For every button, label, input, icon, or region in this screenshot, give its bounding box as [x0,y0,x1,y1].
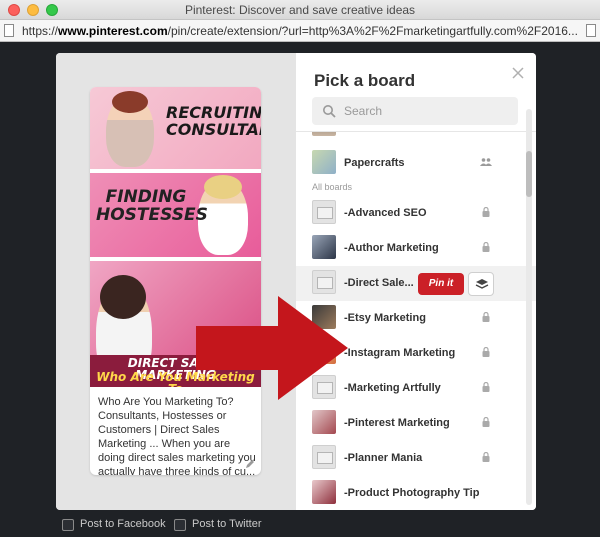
board-row-planner-mania[interactable]: -Planner Mania [296,441,536,476]
board-search[interactable] [312,97,518,125]
pin-image-text-hostesses: FINDING HOSTESSES [96,187,208,225]
board-row-advanced-seo[interactable]: -Advanced SEO [296,196,536,231]
pin-create-dialog: RECRUITING CONSULTANTS FINDING HOSTESSES… [56,53,536,510]
board-row[interactable] [296,132,536,143]
search-input[interactable] [344,97,514,125]
board-row-pinterest-marketing[interactable]: -Pinterest Marketing [296,406,536,441]
page-icon [4,24,14,37]
board-name: -Etsy Marketing [344,312,426,324]
url-host: www.pinterest.com [58,24,168,38]
board-thumbnail [312,200,336,224]
group-icon [480,158,492,166]
lock-icon [482,382,490,392]
board-thumbnail [312,270,336,294]
post-to-facebook-label[interactable]: Post to Facebook [80,518,166,530]
board-thumbnail [312,410,336,434]
board-name: -Author Marketing [344,242,439,254]
post-to-twitter-checkbox[interactable] [174,519,186,531]
board-name: -Planner Mania [344,452,423,464]
layers-icon [475,279,489,289]
board-picker-pane: Pick a board Papercrafts [296,53,536,510]
document-icon [586,24,596,37]
pin-description: Who Are You Marketing To? Consultants, H… [98,396,256,475]
lock-icon [482,347,490,357]
board-name: -Marketing Artfully [344,382,441,394]
board-row-author-marketing[interactable]: -Author Marketing [296,231,536,266]
lock-icon [482,312,490,322]
board-thumbnail [312,445,336,469]
add-section-button[interactable] [468,272,494,296]
lock-icon [482,242,490,252]
lock-icon [482,207,490,217]
window-title: Pinterest: Discover and save creative id… [184,3,416,17]
board-name: Papercrafts [344,157,405,169]
board-name: -Instagram Marketing [344,347,456,359]
lock-icon [482,417,490,427]
search-icon [323,105,336,118]
board-name: -Advanced SEO [344,207,427,219]
board-thumbnail [312,150,336,174]
board-row-papercrafts[interactable]: Papercrafts [296,146,536,181]
board-name: -Product Photography Tip [344,487,480,499]
board-list-scroll-thumb[interactable] [526,151,532,197]
board-name: -Direct Sale... [344,277,414,289]
board-name: -Pinterest Marketing [344,417,450,429]
url-scheme: https:// [22,24,59,38]
section-label-all-boards: All boards [312,182,353,192]
pin-image-text-recruiting: RECRUITING CONSULTANTS [166,103,261,139]
pin-preview-card: RECRUITING CONSULTANTS FINDING HOSTESSES… [90,87,261,475]
url-path: /pin/create/extension/?url=http%3A%2F%2F… [167,24,578,38]
pencil-icon[interactable] [245,459,255,469]
red-arrow-annotation [196,296,348,400]
post-to-facebook-checkbox[interactable] [62,519,74,531]
board-picker-title: Pick a board [314,71,416,90]
pin-preview-pane: RECRUITING CONSULTANTS FINDING HOSTESSES… [56,53,296,510]
address-bar[interactable]: https://www.pinterest.com/pin/create/ext… [0,20,600,42]
url-text[interactable]: https://www.pinterest.com/pin/create/ext… [22,24,582,38]
lock-icon [482,452,490,462]
close-icon[interactable] [512,67,524,79]
board-thumbnail [312,480,336,504]
board-thumbnail [312,235,336,259]
board-row-product-photography[interactable]: -Product Photography Tip [296,476,536,510]
woman-figure-1 [106,91,154,167]
pin-it-button[interactable]: Pin it [418,273,464,295]
window-titlebar: Pinterest: Discover and save creative id… [0,0,600,20]
post-to-twitter-label[interactable]: Post to Twitter [192,518,262,530]
board-thumbnail [312,132,336,136]
